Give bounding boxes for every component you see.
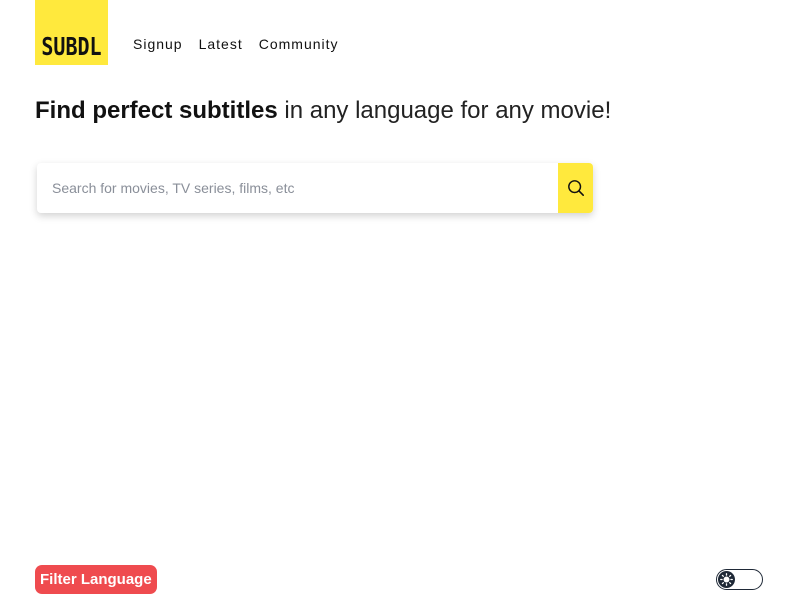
search-input[interactable] xyxy=(37,163,558,213)
headline-bold: Find perfect subtitles xyxy=(35,97,278,124)
page: SUBDL Signup Latest Community Find perfe… xyxy=(0,0,800,600)
logo-text: SUBDL xyxy=(41,31,102,61)
filter-language-button[interactable]: Filter Language xyxy=(35,565,157,594)
headline-rest: in any language for any movie! xyxy=(277,97,612,124)
header: SUBDL Signup Latest Community xyxy=(35,0,339,65)
search-bar xyxy=(37,163,593,213)
page-headline: Find perfect subtitles in any language f… xyxy=(35,97,611,125)
theme-toggle[interactable] xyxy=(716,569,763,590)
theme-toggle-icon xyxy=(720,572,733,586)
main-nav: Signup Latest Community xyxy=(133,36,339,52)
search-button[interactable] xyxy=(558,163,593,213)
search-icon xyxy=(567,180,584,197)
logo[interactable]: SUBDL xyxy=(35,0,108,65)
nav-community-link[interactable]: Community xyxy=(259,36,339,52)
nav-signup-link[interactable]: Signup xyxy=(133,36,183,52)
toggle-knob xyxy=(718,570,735,588)
nav-latest-link[interactable]: Latest xyxy=(199,36,243,52)
